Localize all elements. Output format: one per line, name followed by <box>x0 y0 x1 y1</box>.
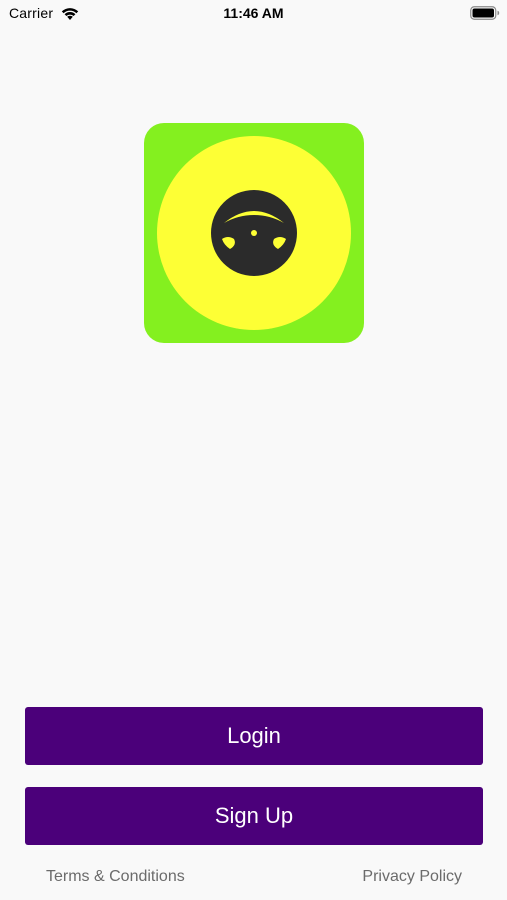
app-logo <box>144 123 364 343</box>
steering-wheel-icon <box>211 190 297 276</box>
status-time: 11:46 AM <box>223 5 284 21</box>
terms-link[interactable]: Terms & Conditions <box>46 868 185 886</box>
privacy-policy-link[interactable]: Privacy Policy <box>362 868 462 886</box>
login-button[interactable]: Login <box>25 707 483 765</box>
battery-icon <box>470 6 500 20</box>
status-bar: Carrier 11:46 AM <box>0 0 507 28</box>
sign-up-button[interactable]: Sign Up <box>25 787 483 845</box>
